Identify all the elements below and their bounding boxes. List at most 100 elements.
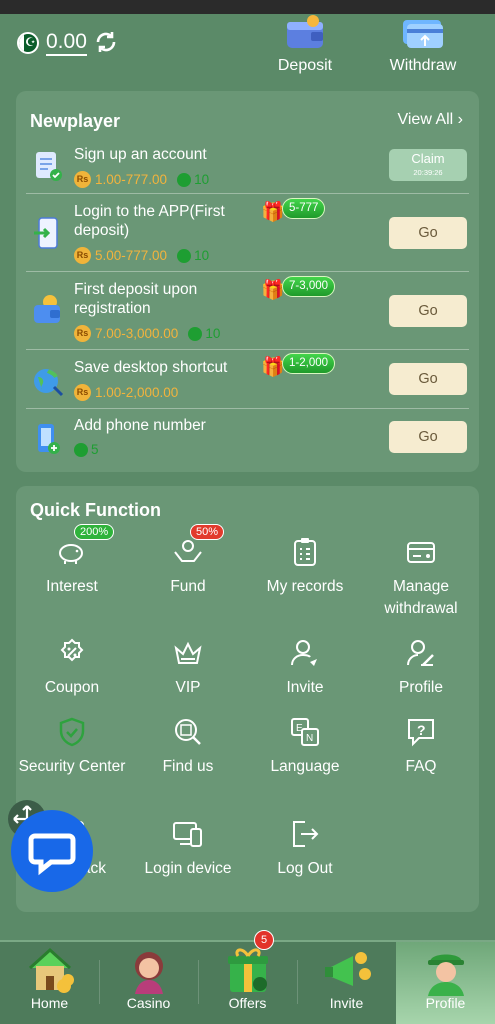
svg-text:E: E bbox=[296, 723, 303, 734]
view-all-link[interactable]: View All › bbox=[397, 111, 463, 129]
quick-item-label: Interest bbox=[46, 578, 98, 595]
withdraw-label: Withdraw bbox=[389, 57, 457, 74]
quick-item-label: Log Out bbox=[277, 860, 333, 877]
clipboard-icon bbox=[294, 538, 316, 566]
offers-badge: 5 bbox=[254, 930, 274, 950]
reward-range: 1.00-777.00 bbox=[95, 172, 168, 187]
quick-item-vip[interactable]: VIP bbox=[132, 637, 244, 707]
reward-range: 1.00-2,000.00 bbox=[95, 385, 179, 400]
quick-item-language[interactable]: EN Language bbox=[249, 716, 361, 786]
quick-item-profile[interactable]: Profile bbox=[365, 637, 477, 707]
newplayer-panel: Newplayer View All › Sign up an account … bbox=[16, 91, 479, 472]
coupon-icon bbox=[60, 638, 84, 662]
phone-add-icon bbox=[38, 424, 60, 454]
language-icon: EN bbox=[291, 718, 319, 746]
quick-item-fund[interactable]: 50% Fund bbox=[132, 524, 244, 606]
quick-item-coupon[interactable]: Coupon bbox=[16, 637, 128, 707]
quick-item-manage-withdrawal[interactable]: Manage withdrawal bbox=[365, 536, 477, 626]
refresh-icon[interactable] bbox=[94, 30, 118, 54]
view-all-label: View All bbox=[397, 111, 454, 128]
shield-icon bbox=[59, 717, 85, 747]
nav-invite[interactable]: Invite bbox=[297, 942, 396, 1024]
withdraw-button[interactable]: Withdraw bbox=[373, 14, 473, 82]
deposit-button[interactable]: Deposit bbox=[255, 14, 355, 82]
gift-bonus: 🎁 7-3,000 bbox=[261, 276, 336, 301]
quick-function-title: Quick Function bbox=[30, 500, 162, 520]
task-reward: 5 bbox=[74, 442, 99, 457]
cards-icon bbox=[403, 20, 443, 48]
piggy-bank-icon bbox=[59, 544, 83, 564]
points-icon bbox=[177, 248, 192, 263]
points-value: 5 bbox=[91, 442, 99, 457]
nav-profile[interactable]: Profile bbox=[396, 942, 495, 1024]
balance-amount[interactable]: 0.00 bbox=[46, 30, 87, 56]
quick-item-label: Security Center bbox=[18, 758, 126, 775]
quick-item-label: Login device bbox=[144, 860, 232, 877]
quick-item-label: FAQ bbox=[405, 758, 437, 775]
go-button[interactable]: Go bbox=[389, 295, 467, 327]
chat-bubble-icon bbox=[28, 833, 76, 876]
task-row: Add phone number 5 Go bbox=[26, 409, 469, 467]
deposit-label: Deposit bbox=[277, 57, 333, 74]
claim-button[interactable]: Claim 20:39:26 bbox=[389, 149, 467, 181]
crown-icon bbox=[174, 641, 202, 664]
points: 5 bbox=[74, 442, 99, 457]
gift-bonus-pill: 5-777 bbox=[282, 198, 326, 219]
nav-home[interactable]: Home bbox=[0, 942, 99, 1024]
go-button[interactable]: Go bbox=[389, 421, 467, 453]
claim-timer: 20:39:26 bbox=[413, 168, 443, 177]
wallet-icon bbox=[287, 15, 323, 48]
nav-casino-label: Casino bbox=[126, 995, 171, 1011]
casino-girl-icon bbox=[135, 952, 163, 994]
profile-edit-icon bbox=[407, 640, 434, 666]
quick-item-log-out[interactable]: Log Out bbox=[249, 818, 361, 888]
pakistan-flag-icon bbox=[17, 32, 39, 54]
faq-icon: ? bbox=[408, 719, 434, 747]
quick-item-my-records[interactable]: My records bbox=[249, 536, 361, 606]
interest-badge: 200% bbox=[74, 524, 115, 540]
quick-item-faq[interactable]: ? FAQ bbox=[365, 716, 477, 786]
task-row: Login to the APP(First deposit) 🎁 5-777 … bbox=[26, 195, 469, 272]
task-title: Sign up an account bbox=[74, 146, 207, 163]
deposit-wallet-icon bbox=[34, 295, 60, 323]
live-chat-button[interactable] bbox=[11, 810, 93, 892]
quick-item-find-us[interactable]: Find us bbox=[132, 716, 244, 786]
hands-coin-icon bbox=[174, 540, 202, 562]
status-bar bbox=[0, 0, 495, 14]
quick-item-invite[interactable]: Invite bbox=[249, 637, 361, 707]
gift-bonus-pill: 1-2,000 bbox=[282, 353, 336, 374]
nav-casino[interactable]: Casino bbox=[99, 942, 198, 1024]
points: 10 bbox=[188, 326, 220, 341]
nav-profile-label: Profile bbox=[425, 995, 466, 1011]
svg-text:N: N bbox=[306, 733, 313, 744]
chevron-right-icon: › bbox=[457, 111, 463, 128]
signup-doc-icon bbox=[36, 152, 62, 181]
globe-shortcut-icon bbox=[34, 369, 64, 397]
task-reward: Rs 7.00-3,000.00 10 bbox=[74, 325, 220, 342]
quick-item-label: My records bbox=[266, 578, 344, 595]
quick-item-label: Fund bbox=[170, 578, 206, 595]
fund-badge: 50% bbox=[190, 524, 225, 540]
go-button[interactable]: Go bbox=[389, 363, 467, 395]
points-icon bbox=[188, 326, 203, 341]
quick-item-login-device[interactable]: Login device bbox=[132, 818, 244, 908]
points: 10 bbox=[177, 248, 209, 263]
task-row: First deposit upon registration 🎁 7-3,00… bbox=[26, 273, 469, 350]
task-title: Save desktop shortcut bbox=[74, 359, 228, 376]
quick-item-interest[interactable]: 200% Interest bbox=[16, 524, 128, 606]
go-button[interactable]: Go bbox=[389, 217, 467, 249]
points-value: 10 bbox=[194, 248, 210, 263]
quick-item-label: Language bbox=[270, 758, 340, 775]
gift-bonus: 🎁 1-2,000 bbox=[261, 353, 336, 378]
nav-offers[interactable]: Offers bbox=[198, 942, 297, 1024]
rupee-coin-icon: Rs bbox=[74, 384, 91, 401]
task-row: Sign up an account Rs 1.00-777.00 10 Cla… bbox=[26, 138, 469, 194]
points-icon bbox=[74, 442, 88, 457]
gift-bonus: 🎁 5-777 bbox=[261, 198, 331, 223]
points-value: 10 bbox=[205, 326, 221, 341]
task-title: First deposit upon registration bbox=[74, 281, 198, 317]
bottom-nav: Home Casino Offers 5 Invite Profile bbox=[0, 930, 495, 1024]
rupee-coin-icon: Rs bbox=[74, 247, 91, 264]
quick-item-security-center[interactable]: Security Center bbox=[16, 716, 128, 806]
reward-range: 7.00-3,000.00 bbox=[95, 326, 179, 341]
